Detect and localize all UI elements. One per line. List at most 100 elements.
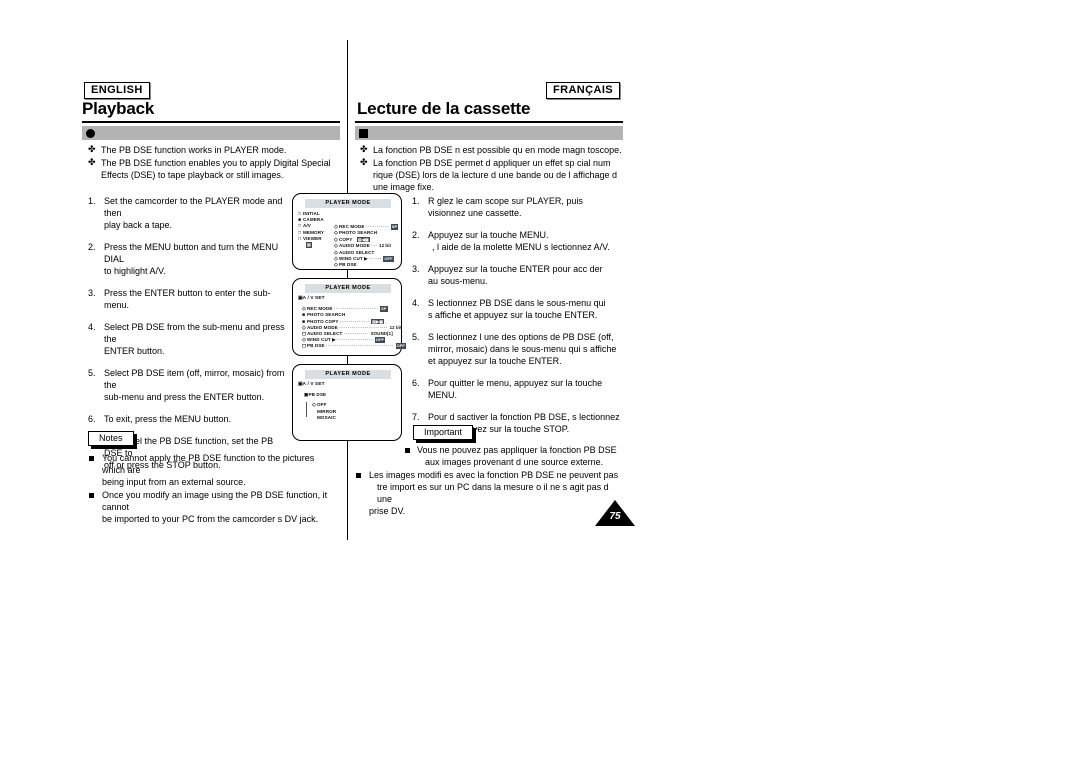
lcd-screen-av-set: PLAYER MODE ▣A / V SET ◇REC MODE ·······…: [292, 278, 406, 356]
heading-rule-english: [82, 121, 340, 123]
step-line: au sous-menu.: [428, 276, 488, 286]
notes-list-french: Vous ne pouvez pas appliquer la fonction…: [355, 444, 623, 518]
topic-bar-english: [82, 126, 340, 140]
step-number: 2.: [412, 230, 420, 240]
menu-item-pb-dse[interactable]: ◻PB DSE ································…: [302, 343, 406, 349]
intro-item: ✤ La fonction PB DSE n est possible qu e…: [360, 144, 622, 156]
menu-label: PB DSE: [339, 262, 357, 268]
menu-label: WIND CUT ▶: [339, 255, 368, 261]
step-item: 1. R glez le cam scope sur PLAYER, puis …: [412, 195, 624, 219]
step-line: S lectionnez PB DSE dans le sous-menu qu…: [428, 298, 606, 308]
square-bullet-icon: [89, 456, 94, 461]
page-title-french: Lecture de la cassette: [357, 99, 531, 118]
step-line: play back a tape.: [104, 220, 173, 230]
step-line: ENTER button.: [104, 346, 165, 356]
page-number-badge: 75: [595, 500, 635, 528]
intro-item: ✤ The PB DSE function enables you to app…: [88, 157, 338, 181]
step-line: Pour quitter le menu, appuyez sur la tou…: [428, 378, 603, 388]
intro-item-text: La fonction PB DSE permet d appliquer un…: [373, 158, 617, 192]
leader-dots: ······: [369, 255, 382, 261]
menu-value: 12 bit: [379, 243, 392, 249]
step-item: 3. Appuyez sur la touche ENTER pour acc …: [412, 263, 624, 287]
lcd-body: ▣A / V SET ◇REC MODE ···················…: [298, 296, 406, 350]
menu-label: ▣PB DSE: [304, 392, 327, 398]
step-number: 3.: [88, 288, 96, 298]
menu-value: SP: [380, 306, 388, 312]
note-line: be imported to your PC from the camcorde…: [102, 514, 319, 524]
step-line: sub-menu and press the ENTER button.: [104, 392, 265, 402]
step-line: S lectionnez l une des options de PB DSE…: [428, 332, 614, 342]
step-item: 1. Set the camcorder to the PLAYER mode …: [88, 195, 288, 231]
step-line: to highlight A/V.: [104, 266, 166, 276]
step-line: et appuyez sur la touche ENTER.: [428, 356, 562, 366]
intro-item-text: The PB DSE function enables you to apply…: [101, 158, 331, 180]
note-line: being input from an external source.: [102, 477, 246, 487]
step-number: 2.: [88, 242, 96, 252]
step-number: 6.: [88, 414, 96, 424]
step-line: MENU.: [428, 390, 457, 400]
step-line: Press the MENU button and turn the MENU …: [104, 242, 279, 264]
menu-value: ▤▶▦: [371, 318, 385, 325]
step-line: s affiche et appuyez sur la touche ENTER…: [428, 310, 598, 320]
menu-label: MOSAIC: [317, 414, 336, 420]
step-number: 5.: [412, 332, 420, 342]
language-tag-french: FRANÇAIS: [546, 82, 621, 99]
note-item: Once you modify an image using the PB DS…: [88, 489, 338, 525]
page-number: 75: [609, 511, 621, 522]
menu-label: COPY: [339, 236, 353, 242]
step-item: 2. Press the MENU button and turn the ME…: [88, 241, 288, 277]
note-line: aux images provenant d une source extern…: [425, 457, 604, 467]
page-title-english: Playback: [82, 99, 155, 118]
step-line: Appuyez sur la touche MENU.: [428, 230, 549, 240]
step-line: Pour d sactiver la fonction PB DSE, s le…: [428, 412, 620, 422]
menu-item-pb-dse[interactable]: ◇PB DSE: [334, 262, 397, 268]
step-line: visionnez une cassette.: [428, 208, 522, 218]
step-number: 5.: [88, 368, 96, 378]
menu-value: OFF: [374, 337, 386, 343]
manual-page: ENGLISH Playback ✤ The PB DSE function w…: [0, 0, 1080, 763]
lcd-breadcrumb: ▣A / V SET: [298, 382, 325, 387]
intro-list-french: ✤ La fonction PB DSE n est possible qu e…: [360, 144, 622, 194]
notes-list-english: You cannot apply the PB DSE function to …: [88, 452, 338, 526]
step-item: 4. S lectionnez PB DSE dans le sous-menu…: [412, 297, 624, 321]
cross-bullet-icon: ✤: [360, 157, 368, 167]
intro-item: ✤ La fonction PB DSE permet d appliquer …: [360, 157, 622, 193]
square-bullet-icon: [356, 473, 361, 478]
topic-bar-french: [355, 126, 623, 140]
step-line: Set the camcorder to the PLAYER mode and…: [104, 196, 283, 218]
lcd-body: ▣A / V SET ▣PB DSE ◇OFF MIRROR MOSAIC: [298, 382, 397, 421]
menu-option-mosaic[interactable]: MOSAIC: [298, 415, 397, 421]
step-line: Select PB DSE from the sub-menu and pres…: [104, 322, 285, 344]
note-line: Once you modify an image using the PB DS…: [102, 490, 328, 512]
notes-tab-english: Notes: [88, 431, 134, 446]
square-bullet-icon: [359, 129, 368, 138]
lcd-title: PLAYER MODE: [305, 284, 391, 293]
step-line: Press the ENTER button to enter the sub-…: [104, 288, 271, 310]
note-item: Les images modifi es avec la fonction PB…: [355, 469, 623, 517]
menu-item-pb-dse[interactable]: ▣PB DSE: [298, 392, 397, 398]
square-bullet-icon: [89, 493, 94, 498]
lcd-submenu-column: ◇REC MODE ··········· SP ◇PHOTO SEARCH ◇…: [334, 224, 399, 269]
menu-label: PHOTO SEARCH: [339, 230, 378, 236]
step-line: R glez le cam scope sur PLAYER, puis: [428, 196, 583, 206]
menu-value: OFF: [383, 255, 394, 262]
step-number: 7.: [412, 412, 420, 422]
lcd-title: PLAYER MODE: [305, 199, 391, 208]
menu-value: ▤◀▦: [356, 236, 370, 243]
menu-label: PB DSE: [307, 343, 325, 349]
note-line: Les images modifi es avec la fonction PB…: [369, 470, 619, 480]
note-item: Vous ne pouvez pas appliquer la fonction…: [355, 444, 623, 468]
lcd-screen-menu-main: PLAYER MODE □ INITIAL ■ CAMERA □ A/V □ MEMOR…: [292, 193, 402, 270]
intro-item-text: La fonction PB DSE n est possible qu en …: [373, 145, 622, 155]
step-item: 5. Select PB DSE item (off, mirror, mosa…: [88, 367, 288, 403]
note-line: Vous ne pouvez pas appliquer la fonction…: [417, 445, 617, 455]
step-item: 4. Select PB DSE from the sub-menu and p…: [88, 321, 288, 357]
menu-label: AUDIO MODE: [339, 243, 370, 249]
lcd-title: PLAYER MODE: [305, 370, 391, 379]
notes-tab-french: Important: [413, 425, 474, 440]
menu-value: SP: [390, 224, 399, 230]
note-line: tre import es sur un PC dans la mesure o…: [377, 482, 609, 504]
step-item: 3. Press the ENTER button to enter the s…: [88, 287, 288, 311]
cross-bullet-icon: ✤: [88, 144, 96, 154]
lcd-breadcrumb: ▣A / V SET: [298, 296, 325, 301]
